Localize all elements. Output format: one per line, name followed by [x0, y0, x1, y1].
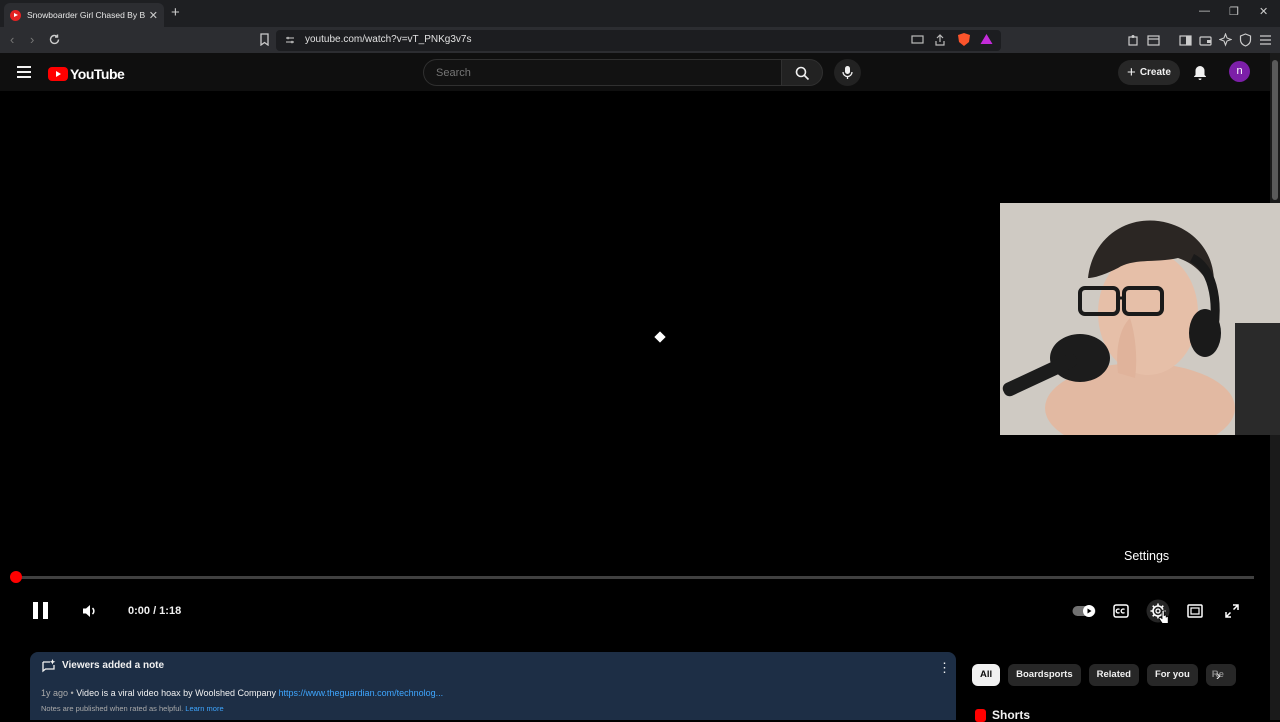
note-more-options-icon[interactable]: ⋮ [938, 660, 951, 676]
tab-title: Snowboarder Girl Chased By Bear [27, 10, 145, 20]
wallet-icon[interactable] [1199, 34, 1212, 47]
note-age: 1y ago [41, 688, 69, 698]
cast-icon[interactable] [911, 35, 924, 45]
note-heading: Viewers added a note [62, 660, 165, 671]
learn-more-link[interactable]: Learn more [185, 704, 223, 713]
leo-ai-icon[interactable] [1219, 33, 1232, 47]
notifications-bell-icon[interactable] [1192, 64, 1208, 81]
chip-related[interactable]: Related [1088, 664, 1139, 686]
youtube-wordmark: YouTube [70, 66, 125, 82]
vpn-shield-icon[interactable] [1239, 33, 1252, 47]
create-button[interactable]: + Create [1118, 60, 1180, 85]
account-avatar[interactable]: n [1229, 61, 1250, 82]
browser-menu-icon[interactable] [1259, 34, 1272, 46]
browser-toolbar: ‹ › youtube.com/watch?v=vT_PNKg3v7s [0, 27, 1280, 53]
forward-icon[interactable]: › [30, 32, 34, 47]
miniplayer-icon[interactable] [1187, 604, 1203, 618]
scrubber-handle[interactable] [10, 571, 22, 583]
tab-groups-icon[interactable] [1147, 34, 1160, 47]
scrollbar-thumb[interactable] [1272, 60, 1278, 200]
chips-next-chevron-icon[interactable]: › [1216, 667, 1221, 683]
webcam-overlay [1000, 203, 1280, 435]
guide-menu-icon[interactable] [17, 66, 31, 81]
search-button[interactable] [781, 59, 823, 86]
create-label: Create [1139, 67, 1171, 78]
youtube-play-logo-icon [48, 67, 68, 81]
pause-button[interactable] [33, 602, 48, 619]
search-input[interactable] [423, 59, 782, 86]
note-sparkle-icon [42, 659, 56, 673]
url-text[interactable]: youtube.com/watch?v=vT_PNKg3v7s [305, 34, 471, 45]
streamer-webcam-image [1000, 203, 1280, 435]
autoplay-toggle[interactable] [1072, 604, 1096, 618]
share-icon[interactable] [934, 34, 946, 46]
brave-shields-icon[interactable] [957, 32, 971, 47]
note-source-link[interactable]: https://www.theguardian.com/technolog... [279, 688, 444, 698]
progress-bar[interactable] [16, 576, 1254, 579]
note-footer-text: Notes are published when rated as helpfu… [41, 704, 184, 713]
youtube-favicon-icon [10, 9, 21, 21]
browser-tab[interactable]: Snowboarder Girl Chased By Bear ✕ [4, 3, 164, 27]
note-footer: Notes are published when rated as helpfu… [41, 704, 224, 713]
extensions-icon[interactable] [1127, 34, 1140, 47]
subtitles-icon[interactable] [1113, 604, 1129, 618]
sidebar-toggle-icon[interactable] [1179, 34, 1192, 47]
settings-tooltip: Settings [1124, 549, 1170, 563]
volume-icon[interactable] [82, 603, 97, 619]
mouse-cursor-icon [1158, 609, 1169, 624]
note-separator: • [70, 688, 74, 698]
chip-boardsports[interactable]: Boardsports [1008, 664, 1081, 686]
microphone-icon [842, 66, 853, 79]
close-window-button[interactable]: ✕ [1259, 5, 1268, 18]
voice-search-button[interactable] [834, 59, 861, 86]
new-tab-button[interactable]: + [171, 4, 180, 21]
time-display: 0:00 / 1:18 [128, 605, 182, 617]
back-icon[interactable]: ‹ [10, 32, 14, 47]
note-text: Video is a viral video hoax by Woolshed … [76, 688, 276, 698]
search-icon [795, 66, 810, 81]
brave-rewards-icon[interactable] [980, 33, 993, 45]
chip-all[interactable]: All [972, 664, 1001, 686]
restore-button[interactable]: ❐ [1229, 5, 1239, 18]
site-info-icon[interactable] [285, 35, 295, 45]
reload-icon[interactable] [48, 33, 61, 46]
note-body: 1y ago • Video is a viral video hoax by … [41, 688, 443, 698]
chip-for-you[interactable]: For you [1146, 664, 1198, 686]
tab-close-icon[interactable]: ✕ [149, 9, 158, 22]
plus-icon: + [1127, 64, 1136, 81]
filter-chips: All Boardsports Related For you Re [972, 664, 1236, 686]
bookmark-icon[interactable] [259, 33, 270, 46]
youtube-logo[interactable]: YouTube [48, 66, 125, 82]
exit-fullscreen-icon[interactable] [1225, 604, 1239, 618]
browser-tab-bar: Snowboarder Girl Chased By Bear ✕ + — ❐ … [0, 0, 1280, 27]
minimize-button[interactable]: — [1199, 5, 1210, 17]
